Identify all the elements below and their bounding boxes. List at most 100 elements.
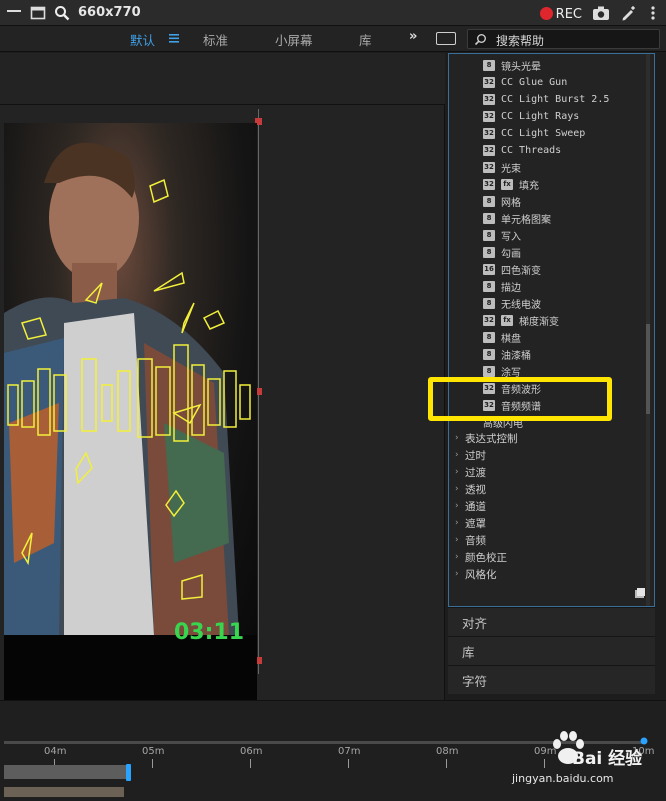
bit-depth-badge: 32 xyxy=(483,178,495,190)
chevron-right-icon: › xyxy=(455,569,459,579)
capture-size-label: 660x770 xyxy=(78,5,141,20)
time-marker: 06m xyxy=(240,746,263,757)
effect-label: 勾画 xyxy=(501,248,521,260)
tab-standard[interactable]: 标准 xyxy=(203,30,228,49)
effect-item[interactable]: 16 四色渐变 xyxy=(483,261,541,277)
recorder-toolbar: 660x770 REC xyxy=(0,0,666,26)
bit-depth-badge: 8 xyxy=(483,246,495,258)
pen-icon[interactable] xyxy=(620,5,636,21)
effect-category[interactable]: › 风格化 xyxy=(455,566,497,582)
effect-category[interactable]: › 颜色校正 xyxy=(455,549,507,565)
effect-item[interactable]: 8 勾画 xyxy=(483,244,521,260)
effect-item[interactable]: 8 无线电波 xyxy=(483,295,541,311)
search-icon[interactable] xyxy=(54,5,70,21)
timecode-overlay: 03:11 xyxy=(174,620,245,645)
layer-bar[interactable] xyxy=(4,787,124,797)
effect-item[interactable]: 32 CC Glue Gun xyxy=(483,74,567,90)
annotation-highlight-box xyxy=(428,377,612,421)
window-list-icon[interactable] xyxy=(6,5,22,21)
effect-category[interactable]: › 遮罩 xyxy=(455,515,486,531)
effect-category[interactable]: › 透视 xyxy=(455,481,486,497)
bit-depth-badge: 32 xyxy=(483,314,495,326)
chevron-right-icon: › xyxy=(455,450,459,460)
effect-category[interactable]: › 表达式控制 xyxy=(455,430,518,446)
time-tick xyxy=(544,759,545,768)
effect-label: CC Light Sweep xyxy=(501,127,586,139)
workspace-toggle-icon[interactable] xyxy=(436,32,456,45)
effects-scrollbar[interactable] xyxy=(644,54,652,606)
bit-depth-badge: 32 xyxy=(483,127,495,139)
effect-category[interactable]: › 音频 xyxy=(455,532,486,548)
bit-depth-badge: 32 xyxy=(483,144,495,156)
search-help-field[interactable]: 搜索帮助 xyxy=(467,29,660,49)
panel-library[interactable]: 库 xyxy=(448,636,655,665)
record-button[interactable]: REC xyxy=(539,3,582,22)
effect-item[interactable]: 8 描边 xyxy=(483,278,521,294)
maximize-icon[interactable] xyxy=(30,5,46,21)
watermark-brand: Bai 经验 xyxy=(572,749,643,769)
effect-item[interactable]: 8 棋盘 xyxy=(483,329,521,345)
time-tick xyxy=(348,759,349,768)
effect-category[interactable]: › 过时 xyxy=(455,447,486,463)
effect-category[interactable]: › 通道 xyxy=(455,498,486,514)
bit-depth-badge: 32 xyxy=(483,110,495,122)
effect-label: 写入 xyxy=(501,231,521,243)
chevron-right-icon: › xyxy=(455,484,459,494)
tab-library[interactable]: 库 xyxy=(359,30,372,49)
bit-depth-badge: 32 xyxy=(483,161,495,173)
effect-item[interactable]: 8 镜头光晕 xyxy=(483,57,541,73)
composition-header xyxy=(0,53,445,105)
composition-panel: 03:11 xyxy=(0,53,445,713)
effect-item[interactable]: 32 CC Threads xyxy=(483,142,561,158)
effect-label: 描边 xyxy=(501,282,521,294)
tab-default[interactable]: 默认 xyxy=(130,30,155,49)
effect-item[interactable]: 8 网格 xyxy=(483,193,521,209)
panel-align[interactable]: 对齐 xyxy=(448,607,655,636)
category-label: 过渡 xyxy=(465,466,486,479)
effect-label: 光束 xyxy=(501,163,521,175)
more-workspaces-button[interactable]: » xyxy=(409,29,417,44)
playhead-handle[interactable] xyxy=(126,764,131,781)
new-folder-icon[interactable] xyxy=(634,587,646,599)
bit-depth-badge: 8 xyxy=(483,229,495,241)
effect-label: CC Glue Gun xyxy=(501,76,568,88)
more-menu-icon[interactable] xyxy=(646,5,660,21)
bit-depth-badge: 8 xyxy=(483,212,495,224)
effect-item[interactable]: 8 油漆桶 xyxy=(483,346,531,362)
watermark-url: jingyan.baidu.com xyxy=(512,772,614,785)
work-area-bar[interactable] xyxy=(4,765,128,779)
effect-item[interactable]: 8 写入 xyxy=(483,227,521,243)
time-marker: 05m xyxy=(142,746,165,757)
effect-item[interactable]: 8 单元格图案 xyxy=(483,210,551,226)
search-placeholder: 搜索帮助 xyxy=(496,34,545,48)
effect-item[interactable]: 32 光束 xyxy=(483,159,521,175)
bit-depth-badge: 8 xyxy=(483,195,495,207)
fx-badge: fx xyxy=(501,314,513,326)
bit-depth-badge: 8 xyxy=(483,59,495,71)
effect-label: 梯度渐变 xyxy=(519,316,559,328)
effect-item[interactable]: 32 fx 填充 xyxy=(483,176,539,192)
effect-category[interactable]: › 过渡 xyxy=(455,464,486,480)
performer-image xyxy=(4,142,251,635)
effect-label: 填充 xyxy=(519,180,539,192)
record-dot-icon xyxy=(539,7,553,20)
panel-character[interactable]: 字符 xyxy=(448,665,655,694)
effect-item[interactable]: 32 CC Light Rays xyxy=(483,108,579,124)
effect-label: 无线电波 xyxy=(501,299,541,311)
tab-small-screen[interactable]: 小屏幕 xyxy=(275,30,313,49)
category-label: 音频 xyxy=(465,534,486,547)
category-label: 遮罩 xyxy=(465,517,486,530)
workspace-bar: 默认 标准 小屏幕 库 » 搜索帮助 xyxy=(0,26,666,52)
effect-label: CC Threads xyxy=(501,144,562,156)
effect-item[interactable]: 32 CC Light Burst 2.5 xyxy=(483,91,609,107)
hamburger-icon[interactable] xyxy=(168,32,180,44)
composition-viewer[interactable]: 03:11 xyxy=(4,123,257,713)
search-icon xyxy=(474,34,486,46)
camera-icon[interactable] xyxy=(592,5,610,21)
chevron-right-icon: › xyxy=(455,433,459,443)
record-label: REC xyxy=(555,7,582,22)
chevron-right-icon: › xyxy=(455,518,459,528)
effect-item[interactable]: 32 CC Light Sweep xyxy=(483,125,585,141)
effect-label: CC Light Rays xyxy=(501,110,580,122)
effect-item[interactable]: 32 fx 梯度渐变 xyxy=(483,312,559,328)
